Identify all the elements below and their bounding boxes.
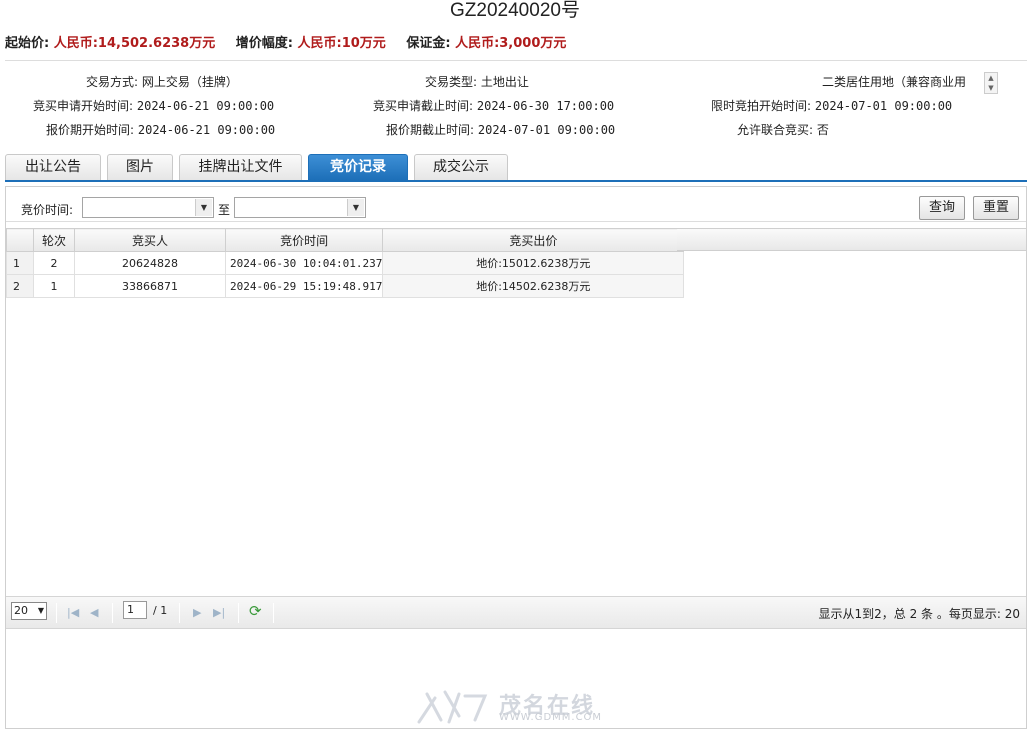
cell-bidder: 20624828	[74, 251, 226, 275]
deposit-label: 保证金:	[406, 36, 451, 51]
trade-type-value: 土地出让	[480, 75, 529, 89]
tab-bar: 出让公告 图片 挂牌出让文件 竞价记录 成交公示	[5, 154, 1027, 182]
query-button[interactable]: 查询	[919, 196, 965, 220]
auction-start-value: 2024-07-01 09:00:00	[814, 99, 953, 113]
watermark-logo: 茂名在线 WWW.GDMM.COM	[415, 686, 625, 726]
tab-bid-records[interactable]: 竞价记录	[308, 154, 408, 180]
column-header-bid-price[interactable]: 竞买出价	[382, 228, 685, 252]
column-header-bid-time[interactable]: 竞价时间	[224, 228, 384, 252]
joint-bid: 允许联合竞买: 否	[737, 122, 829, 138]
land-use: 二类居住用地（兼容商业用	[822, 74, 980, 90]
increment-value: 人民币:10万元	[297, 36, 386, 51]
cell-bid-price: 地价:15012.6238万元	[382, 251, 685, 275]
pager-separator	[179, 603, 180, 623]
reset-button[interactable]: 重置	[973, 196, 1019, 220]
column-header-round[interactable]: 轮次	[33, 228, 75, 252]
column-header-bidder[interactable]: 竞买人	[74, 228, 226, 252]
scroll-down-icon[interactable]: ▼	[985, 83, 997, 93]
joint-bid-label: 允许联合竞买:	[737, 123, 814, 137]
row-number-header	[6, 228, 34, 252]
row-number: 1	[6, 251, 34, 275]
table-row[interactable]: 2 1 33866871 2024-06-29 15:19:48.917 地价:…	[6, 274, 685, 298]
dropdown-arrow-icon[interactable]: ▼	[195, 199, 212, 216]
land-use-value: 二类居住用地（兼容商业用	[822, 75, 967, 89]
trade-method-value: 网上交易（挂牌）	[141, 75, 238, 89]
quote-end: 报价期截止时间: 2024-07-01 09:00:00	[386, 122, 615, 138]
increment-label: 增价幅度:	[235, 36, 293, 51]
quote-start-label: 报价期开始时间:	[46, 123, 135, 137]
cell-bid-price: 地价:14502.6238万元	[382, 274, 685, 298]
pagination-bar: 20 ▼ |◀ ◀ 1 / 1 ▶ ▶| ⟳ 显示从1到2，总 2 条 。每页显…	[6, 596, 1026, 629]
first-page-icon[interactable]: |◀	[67, 606, 79, 619]
filter-bar: 竞价时间: ▼ 至 ▼ 查询 重置	[6, 190, 1026, 222]
total-pages-label: / 1	[153, 604, 168, 617]
chevron-down-icon[interactable]: ▼	[38, 603, 44, 619]
last-page-icon[interactable]: ▶|	[213, 606, 225, 619]
dropdown-arrow-icon[interactable]: ▼	[347, 199, 364, 216]
quote-end-value: 2024-07-01 09:00:00	[477, 123, 616, 137]
watermark-url: WWW.GDMM.COM	[499, 712, 603, 723]
row-number: 2	[6, 274, 34, 298]
pagination-summary: 显示从1到2，总 2 条 。每页显示: 20	[818, 607, 1020, 621]
apply-end-label: 竞买申请截止时间:	[373, 99, 474, 113]
range-to-label: 至	[218, 203, 231, 217]
auction-start: 限时竞拍开始时间: 2024-07-01 09:00:00	[711, 98, 952, 114]
trade-type-label: 交易类型:	[425, 75, 478, 89]
page-title: GZ20240020号	[450, 0, 580, 21]
bid-records-panel: 竞价时间: ▼ 至 ▼ 查询 重置 轮次 竞买人 竞价时间 竞买出价 1 2 2…	[5, 186, 1027, 729]
cell-round: 2	[33, 251, 75, 275]
auction-start-label: 限时竞拍开始时间:	[711, 99, 812, 113]
pager-separator	[112, 603, 113, 623]
scroll-up-icon[interactable]: ▲	[985, 73, 997, 83]
trade-type: 交易类型: 土地出让	[425, 74, 529, 90]
table-header-row: 轮次 竞买人 竞价时间 竞买出价	[6, 228, 685, 252]
quote-start-value: 2024-06-21 09:00:00	[137, 123, 276, 137]
apply-end-value: 2024-06-30 17:00:00	[476, 99, 615, 113]
apply-start-value: 2024-06-21 09:00:00	[136, 99, 275, 113]
page-size-select[interactable]: 20 ▼	[11, 602, 47, 620]
joint-bid-value: 否	[816, 123, 829, 137]
pager-separator	[273, 603, 274, 623]
pager-separator	[56, 603, 57, 623]
cell-round: 1	[33, 274, 75, 298]
start-price-value: 人民币:14,502.6238万元	[53, 36, 216, 51]
apply-start: 竞买申请开始时间: 2024-06-21 09:00:00	[33, 98, 274, 114]
deposit-value: 人民币:3,000万元	[455, 36, 567, 51]
tab-deal-publicity[interactable]: 成交公示	[414, 154, 508, 180]
start-price-label: 起始价:	[5, 36, 50, 51]
refresh-icon[interactable]: ⟳	[249, 602, 262, 620]
trade-method-label: 交易方式:	[86, 75, 139, 89]
bid-records-table: 轮次 竞买人 竞价时间 竞买出价 1 2 20624828 2024-06-30…	[6, 228, 1026, 298]
table-row[interactable]: 1 2 20624828 2024-06-30 10:04:01.237 地价:…	[6, 251, 685, 275]
cell-bid-time: 2024-06-29 15:19:48.917	[224, 274, 384, 298]
pager-separator	[238, 603, 239, 623]
bid-time-from-select[interactable]: ▼	[82, 197, 214, 218]
page-number-input[interactable]: 1	[123, 601, 147, 619]
cell-bidder: 33866871	[74, 274, 226, 298]
quote-start: 报价期开始时间: 2024-06-21 09:00:00	[46, 122, 275, 138]
divider	[5, 60, 1027, 61]
tab-listing-documents[interactable]: 挂牌出让文件	[179, 154, 302, 180]
page-size-value: 20	[14, 604, 28, 617]
previous-page-icon[interactable]: ◀	[90, 606, 98, 619]
cell-bid-time: 2024-06-30 10:04:01.237	[224, 251, 384, 275]
apply-start-label: 竞买申请开始时间:	[33, 99, 134, 113]
watermark-graphic-icon	[417, 690, 488, 724]
land-use-scroll-spinner[interactable]: ▲ ▼	[984, 72, 998, 94]
quote-end-label: 报价期截止时间:	[386, 123, 475, 137]
apply-end: 竞买申请截止时间: 2024-06-30 17:00:00	[373, 98, 614, 114]
price-summary: 起始价: 人民币:14,502.6238万元 增价幅度: 人民币:10万元 保证…	[5, 32, 582, 51]
tab-announcement[interactable]: 出让公告	[5, 154, 101, 180]
next-page-icon[interactable]: ▶	[193, 606, 201, 619]
tab-images[interactable]: 图片	[107, 154, 173, 180]
table-header-filler	[677, 228, 1026, 251]
bid-time-to-select[interactable]: ▼	[234, 197, 366, 218]
trade-method: 交易方式: 网上交易（挂牌）	[86, 74, 238, 90]
bid-time-label: 竞价时间:	[21, 203, 74, 217]
